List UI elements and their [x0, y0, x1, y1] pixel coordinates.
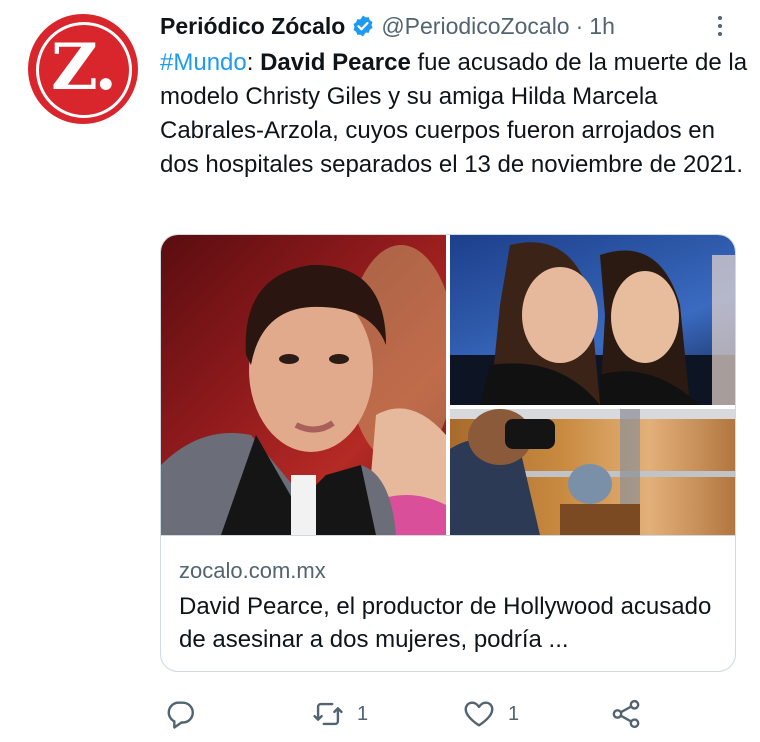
card-info[interactable]: zocalo.com.mx David Pearce, el productor…: [161, 535, 735, 671]
photo-man: [161, 235, 446, 535]
avatar-logo-letter: Z.: [51, 30, 117, 105]
photo-scene: [450, 409, 735, 535]
author-handle[interactable]: @PeriodicoZocalo: [381, 13, 569, 40]
retweet-icon: [313, 702, 343, 726]
tweet-actions: 1 1: [0, 692, 760, 736]
tweet-header: Periódico Zócalo @PeriodicoZocalo · 1h: [160, 10, 615, 42]
bold-name: David Pearce: [260, 49, 411, 76]
reply-icon: [167, 701, 194, 729]
like-button[interactable]: 1: [462, 692, 519, 736]
like-count: 1: [508, 702, 520, 725]
share-button[interactable]: [609, 692, 643, 736]
tweet-timestamp[interactable]: 1h: [589, 13, 615, 40]
retweet-count: 1: [357, 702, 369, 725]
retweet-button[interactable]: 1: [311, 692, 368, 736]
tweet-text: #Mundo: David Pearce fue acusado de la m…: [160, 46, 750, 182]
hashtag-link[interactable]: #Mundo: [160, 49, 247, 76]
verified-badge-icon: [353, 15, 373, 37]
card-domain: zocalo.com.mx: [179, 558, 326, 583]
card-media[interactable]: [161, 235, 735, 535]
author-name[interactable]: Periódico Zócalo: [160, 13, 345, 40]
photo-two-women: [450, 235, 735, 405]
more-options-icon[interactable]: [708, 10, 732, 42]
card-title: David Pearce, el productor de Hollywood …: [179, 593, 712, 653]
avatar[interactable]: Z.: [28, 14, 138, 124]
colon-text: :: [246, 49, 254, 76]
separator-dot: ·: [575, 12, 584, 39]
share-icon: [612, 699, 640, 729]
heart-icon: [464, 701, 494, 727]
link-card[interactable]: zocalo.com.mx David Pearce, el productor…: [160, 234, 736, 672]
reply-button[interactable]: [163, 692, 197, 736]
